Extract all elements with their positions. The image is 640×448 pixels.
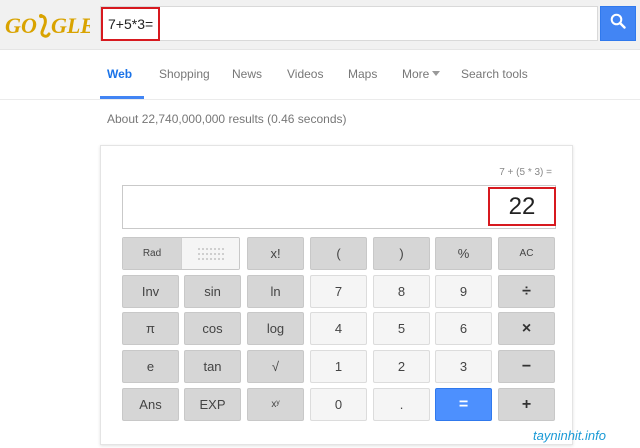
key-sqrt[interactable]: √ <box>247 350 304 383</box>
key-ans[interactable]: Ans <box>122 388 179 421</box>
rad-deg-toggle[interactable]: Rad <box>122 237 240 270</box>
logo[interactable]: G O GLE <box>5 8 95 42</box>
tab-news[interactable]: News <box>232 67 262 81</box>
search-button[interactable] <box>600 6 636 41</box>
tab-maps[interactable]: Maps <box>348 67 377 81</box>
result-stats: About 22,740,000,000 results (0.46 secon… <box>107 112 347 126</box>
key-log[interactable]: log <box>247 312 304 345</box>
key-9[interactable]: 9 <box>435 275 492 308</box>
key-clear[interactable]: AC <box>498 237 555 270</box>
tab-search-tools[interactable]: Search tools <box>461 67 528 81</box>
key-7[interactable]: 7 <box>310 275 367 308</box>
watermark: tayninhit.info <box>533 428 606 443</box>
tab-shopping[interactable]: Shopping <box>159 67 210 81</box>
key-pi[interactable]: π <box>122 312 179 345</box>
active-tab-indicator <box>100 96 144 99</box>
rad-button[interactable]: Rad <box>123 238 181 269</box>
key-sin[interactable]: sin <box>184 275 241 308</box>
search-icon <box>610 13 626 34</box>
key-decimal[interactable]: . <box>373 388 430 421</box>
key-1[interactable]: 1 <box>310 350 367 383</box>
key-multiply[interactable]: × <box>498 312 555 345</box>
tab-web[interactable]: Web <box>107 67 132 81</box>
deg-button[interactable] <box>181 238 239 269</box>
search-input[interactable] <box>108 7 588 40</box>
key-plus[interactable]: + <box>498 388 555 421</box>
key-2[interactable]: 2 <box>373 350 430 383</box>
calculator-card: 7 + (5 * 3) = 22 Rad x! ( ) % AC Inv sin… <box>100 145 573 445</box>
key-factorial[interactable]: x! <box>247 237 304 270</box>
calculator-result: 22 <box>488 187 556 226</box>
key-4[interactable]: 4 <box>310 312 367 345</box>
key-0[interactable]: 0 <box>310 388 367 421</box>
key-cos[interactable]: cos <box>184 312 241 345</box>
tab-videos[interactable]: Videos <box>287 67 323 81</box>
chevron-down-icon <box>432 71 441 76</box>
tab-more[interactable]: More <box>402 67 441 81</box>
key-close-paren[interactable]: ) <box>373 237 430 270</box>
svg-text:GLE: GLE <box>51 13 90 38</box>
search-box[interactable] <box>100 6 598 41</box>
key-minus[interactable]: − <box>498 350 555 383</box>
key-divide[interactable]: ÷ <box>498 275 555 308</box>
key-tan[interactable]: tan <box>184 350 241 383</box>
key-e[interactable]: e <box>122 350 179 383</box>
calculator-history: 7 + (5 * 3) = <box>499 167 552 178</box>
key-6[interactable]: 6 <box>435 312 492 345</box>
key-open-paren[interactable]: ( <box>310 237 367 270</box>
svg-text:O: O <box>21 13 37 38</box>
header-bar: G O GLE <box>0 0 640 50</box>
key-ln[interactable]: ln <box>247 275 304 308</box>
key-3[interactable]: 3 <box>435 350 492 383</box>
key-inv[interactable]: Inv <box>122 275 179 308</box>
dotted-grip-icon <box>198 247 224 260</box>
svg-text:G: G <box>5 13 21 38</box>
key-percent[interactable]: % <box>435 237 492 270</box>
key-power[interactable]: xʸ <box>247 388 304 421</box>
key-5[interactable]: 5 <box>373 312 430 345</box>
key-exp[interactable]: EXP <box>184 388 241 421</box>
key-equals[interactable]: = <box>435 388 492 421</box>
search-tabs: Web Shopping News Videos Maps More Searc… <box>0 50 640 100</box>
tab-more-label: More <box>402 67 430 81</box>
key-8[interactable]: 8 <box>373 275 430 308</box>
